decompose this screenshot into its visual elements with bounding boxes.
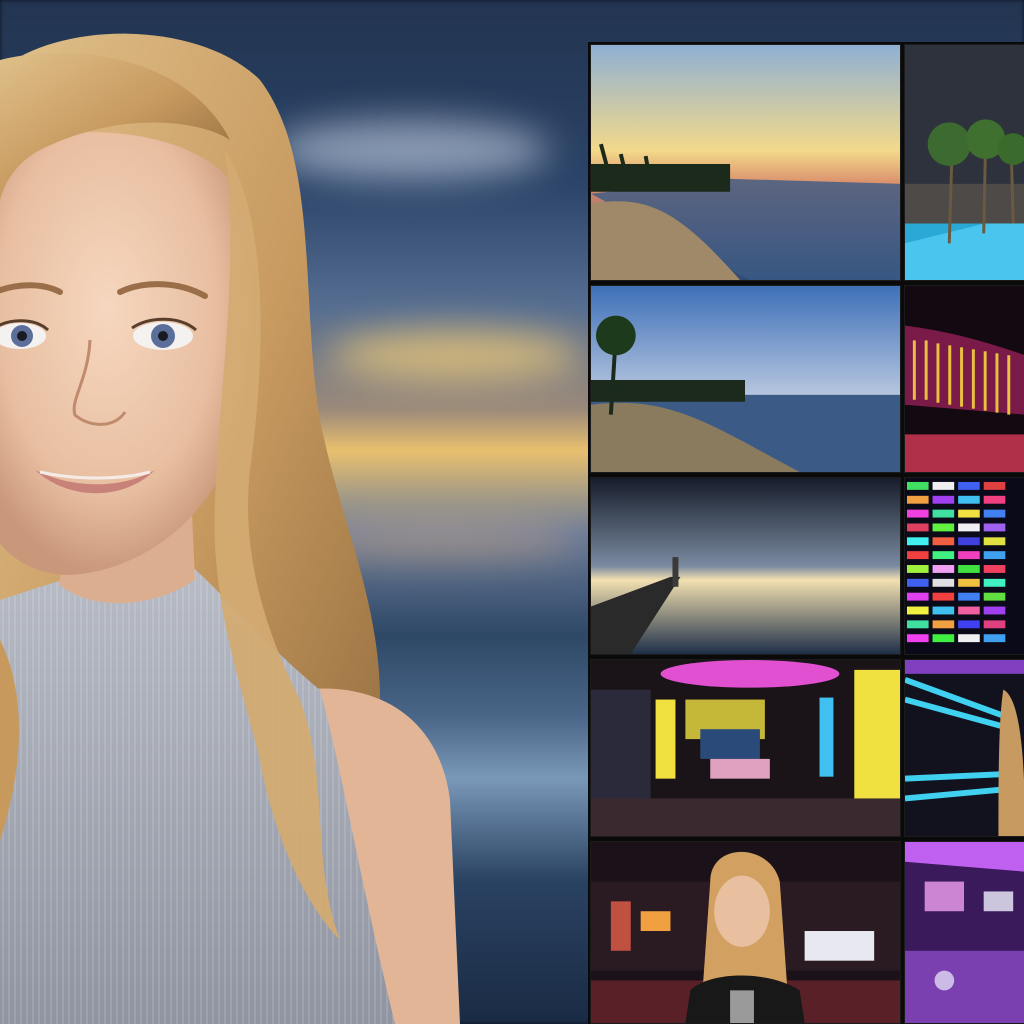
thumb-pier-sunset[interactable] (590, 477, 901, 655)
avatar-portrait (0, 0, 590, 1024)
thumb-casino-woman-jacket[interactable] (590, 841, 901, 1024)
thumb-beach-sunset[interactable] (590, 44, 901, 281)
thumb-neon-blur-lights[interactable] (904, 841, 1024, 1024)
image-composition (0, 0, 1024, 1024)
thumb-led-color-wall[interactable] (904, 477, 1024, 655)
thumb-neon-lounge-interior[interactable] (590, 659, 901, 837)
thumb-resort-pool-palms[interactable] (904, 44, 1024, 281)
thumb-neon-studio-woman[interactable] (904, 659, 1024, 837)
thumb-beach-palms-dusk[interactable] (590, 285, 901, 473)
thumbnail-grid (588, 42, 1024, 1024)
thumb-neon-lounge-lights[interactable] (904, 285, 1024, 473)
